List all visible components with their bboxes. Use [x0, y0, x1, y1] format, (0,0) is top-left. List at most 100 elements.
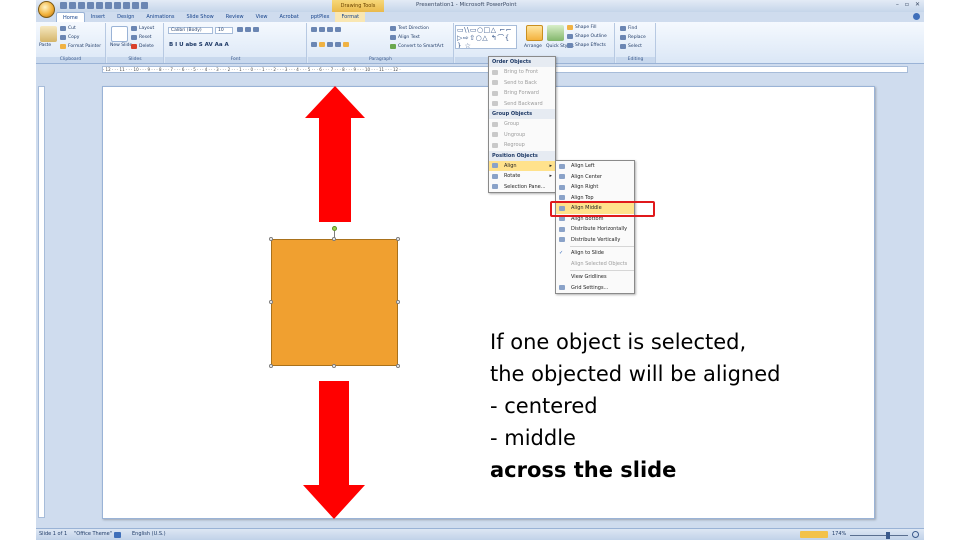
menu-bring-forward[interactable]: Bring Forward [489, 88, 555, 99]
arrange-icon[interactable] [526, 25, 543, 41]
redo-icon[interactable] [78, 2, 85, 9]
new-slide-icon[interactable] [111, 26, 128, 42]
find-button[interactable]: Find [620, 26, 637, 31]
shape-icon[interactable] [96, 2, 103, 9]
list-buttons[interactable] [311, 27, 341, 32]
format-painter-button[interactable]: Format Painter [60, 44, 101, 49]
tab-animations[interactable]: Animations [140, 12, 180, 22]
resize-handle-bottom-left[interactable] [269, 364, 273, 368]
view-gridlines-label: View Gridlines [571, 274, 607, 280]
view-buttons[interactable] [800, 531, 828, 538]
tab-design[interactable]: Design [111, 12, 140, 22]
shape-fill-button[interactable]: Shape Fill [567, 25, 597, 30]
resize-handle-right[interactable] [396, 300, 400, 304]
arrow-icon[interactable] [132, 2, 139, 9]
menu-distribute-vertically[interactable]: Distribute Vertically [556, 235, 634, 246]
menu-rotate[interactable]: Rotate ▸ [489, 171, 555, 182]
resize-handle-bottom[interactable] [332, 364, 336, 368]
zoom-slider[interactable] [850, 535, 908, 536]
tab-insert[interactable]: Insert [85, 12, 111, 22]
minimize-icon[interactable]: – [896, 1, 899, 8]
menu-align-center[interactable]: Align Center [556, 172, 634, 183]
resize-handle-left[interactable] [269, 300, 273, 304]
tab-acrobat[interactable]: Acrobat [274, 12, 305, 22]
shape-effects-button[interactable]: Shape Effects [567, 43, 606, 48]
rotation-handle[interactable] [332, 226, 337, 231]
close-icon[interactable]: ✕ [915, 1, 920, 8]
tab-pptplex[interactable]: pptPlex [305, 12, 336, 22]
down-arrow[interactable] [303, 381, 365, 519]
spelling-icon[interactable] [114, 532, 121, 538]
resize-handle-top-left[interactable] [269, 237, 273, 241]
menu-send-backward[interactable]: Send Backward [489, 99, 555, 110]
grid-settings-icon [559, 285, 565, 290]
menu-distribute-horizontally[interactable]: Distribute Horizontally [556, 224, 634, 235]
submenu-arrow-icon: ▸ [549, 173, 552, 179]
help-icon[interactable] [913, 13, 920, 20]
language[interactable]: English (U.S.) [132, 529, 166, 540]
menu-align-right[interactable]: Align Right [556, 182, 634, 193]
tab-review[interactable]: Review [220, 12, 250, 22]
replace-button[interactable]: Replace [620, 35, 646, 40]
shapes-gallery[interactable]: ▭\\▭○□△ ⌐⌐ ▷⇨⇧○△ ↰⌒{ } ☆ [455, 25, 517, 49]
format-painter-label: Format Painter [68, 44, 102, 49]
arrange-button[interactable]: Arrange [524, 44, 542, 49]
quick-styles-icon[interactable] [547, 25, 564, 41]
tab-home[interactable]: Home [56, 12, 85, 22]
table-icon[interactable] [114, 2, 121, 9]
align-text-button[interactable]: Align Text [390, 35, 420, 40]
select-button[interactable]: Select [620, 44, 642, 49]
customize-icon[interactable] [141, 2, 148, 9]
menu-align-left[interactable]: Align Left [556, 161, 634, 172]
bring-forward-label: Bring Forward [504, 90, 539, 96]
paste-button[interactable]: Paste [39, 43, 51, 48]
delete-button[interactable]: Delete [131, 44, 154, 49]
menu-align-selected-objects[interactable]: Align Selected Objects [556, 259, 634, 270]
resize-handle-top-right[interactable] [396, 237, 400, 241]
picture-icon[interactable] [123, 2, 130, 9]
delete-label: Delete [139, 44, 154, 49]
cut-button[interactable]: Cut [60, 26, 76, 31]
tab-format[interactable]: Format [335, 12, 366, 22]
up-arrow[interactable] [305, 86, 365, 222]
print-icon[interactable] [87, 2, 94, 9]
menu-ungroup[interactable]: Ungroup [489, 130, 555, 141]
paste-icon[interactable] [40, 26, 57, 42]
shape-outline-button[interactable]: Shape Outline [567, 34, 607, 39]
layout-button[interactable]: Layout [131, 26, 154, 31]
group-icon [492, 121, 498, 127]
text-direction-button[interactable]: Text Direction [390, 26, 429, 31]
font-name-field[interactable]: Calibri (Body) [168, 27, 213, 34]
smartart-button[interactable]: Convert to SmartArt [390, 44, 443, 49]
vertical-ruler[interactable] [38, 86, 45, 518]
selected-square-shape[interactable] [271, 239, 398, 366]
font-size-field[interactable]: 10 [215, 27, 233, 34]
menu-grid-settings[interactable]: Grid Settings... [556, 283, 634, 294]
tab-slide-show[interactable]: Slide Show [180, 12, 219, 22]
menu-group[interactable]: Group [489, 119, 555, 130]
menu-align[interactable]: Align ▸ [489, 160, 555, 171]
text-icon[interactable] [105, 2, 112, 9]
zoom-level[interactable]: 174% [832, 529, 846, 540]
resize-handle-bottom-right[interactable] [396, 364, 400, 368]
copy-button[interactable]: Copy [60, 35, 79, 40]
alignment-buttons[interactable] [311, 42, 349, 47]
zoom-slider-thumb[interactable] [886, 532, 890, 539]
fit-window-icon[interactable] [912, 531, 919, 538]
menu-send-to-back[interactable]: Send to Back [489, 78, 555, 89]
font-format-buttons[interactable]: B I U abe S AV Aa A [169, 42, 229, 48]
menu-selection-pane[interactable]: Selection Pane... [489, 182, 555, 193]
tab-view[interactable]: View [250, 12, 274, 22]
menu-view-gridlines[interactable]: View Gridlines [556, 272, 634, 283]
menu-regroup[interactable]: Regroup [489, 140, 555, 151]
undo-icon[interactable] [69, 2, 76, 9]
restore-icon[interactable]: ▫ [905, 1, 909, 8]
reset-button[interactable]: Reset [131, 35, 152, 40]
menu-align-to-slide[interactable]: ✓ Align to Slide [556, 248, 634, 259]
menu-bring-to-front[interactable]: Bring to Front [489, 67, 555, 78]
office-button[interactable] [38, 1, 55, 18]
resize-handle-top[interactable] [332, 237, 336, 241]
font-grow-shrink[interactable] [237, 27, 259, 32]
save-icon[interactable] [60, 2, 67, 9]
new-slide-button[interactable]: New Slide [110, 43, 132, 48]
